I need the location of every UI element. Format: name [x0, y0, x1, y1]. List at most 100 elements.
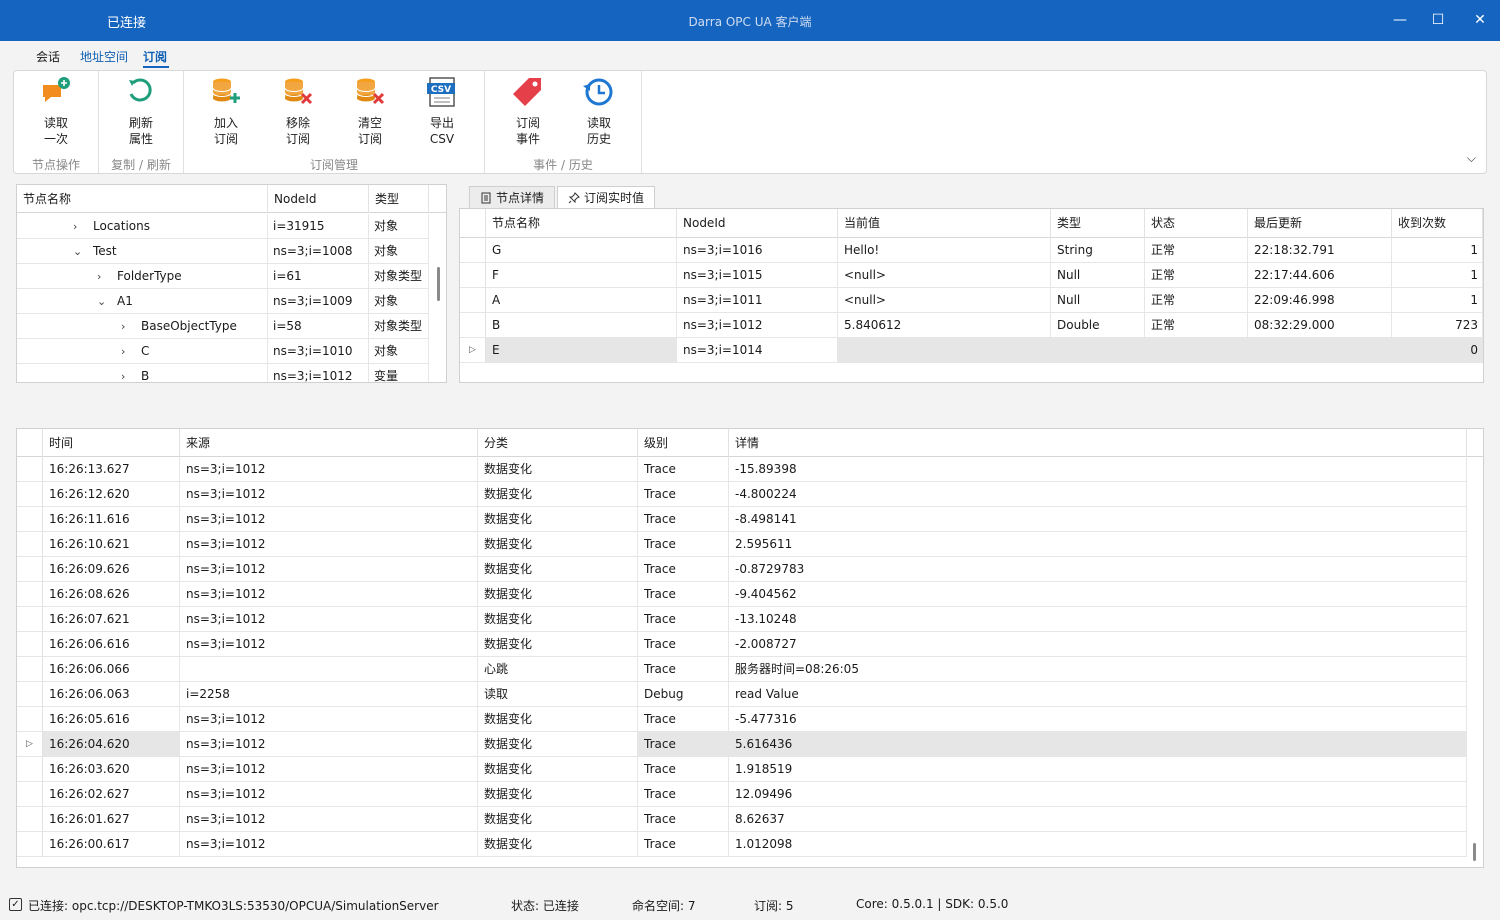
row-header[interactable]	[17, 457, 43, 482]
sub-col-count[interactable]: 收到次数	[1392, 209, 1483, 238]
export-csv-button[interactable]: CSV 导出 CSV	[410, 75, 474, 147]
tree-row[interactable]: › Locations i=31915 对象	[17, 214, 429, 239]
ribbon-collapse-icon[interactable]: ⌵	[1467, 151, 1476, 166]
tree-col-nodeid[interactable]: NodeId	[268, 185, 369, 213]
log-col-source[interactable]: 来源	[180, 429, 478, 457]
tab-node-details[interactable]: 节点详情	[469, 186, 556, 210]
collapse-icon[interactable]: ⌄	[73, 239, 82, 264]
row-header[interactable]	[17, 707, 43, 732]
row-header[interactable]	[17, 657, 43, 682]
sub-col-nodeid[interactable]: NodeId	[677, 209, 838, 238]
log-row[interactable]: 16:26:05.616 ns=3;i=1012 数据变化 Trace -5.47731…	[17, 707, 1467, 732]
log-row[interactable]: 16:26:01.627 ns=3;i=1012 数据变化 Trace 8.62637	[17, 807, 1467, 832]
tree-scrollbar-thumb[interactable]	[437, 267, 440, 301]
log-row[interactable]: 16:26:02.627 ns=3;i=1012 数据变化 Trace 12.09496	[17, 782, 1467, 807]
sub-col-value[interactable]: 当前值	[838, 209, 1051, 238]
row-header[interactable]	[17, 632, 43, 657]
subscription-row[interactable]: A ns=3;i=1011 <null> Null 正常 22:09:46.99…	[460, 288, 1483, 313]
cell-category: 数据变化	[478, 807, 638, 832]
tab-subscription[interactable]: 订阅	[143, 48, 167, 65]
minimize-button[interactable]: —	[1380, 0, 1420, 41]
log-row[interactable]: 16:26:08.626 ns=3;i=1012 数据变化 Trace -9.40456…	[17, 582, 1467, 607]
subscribe-events-button[interactable]: 订阅 事件	[496, 75, 560, 147]
log-col-time[interactable]: 时间	[43, 429, 180, 457]
tree-col-name[interactable]: 节点名称	[17, 185, 268, 213]
row-header[interactable]	[17, 582, 43, 607]
row-header[interactable]	[460, 263, 486, 288]
sub-col-type[interactable]: 类型	[1051, 209, 1145, 238]
log-row[interactable]: 16:26:13.627 ns=3;i=1012 数据变化 Trace -15.8939…	[17, 457, 1467, 482]
log-col-category[interactable]: 分类	[478, 429, 638, 457]
log-row[interactable]: 16:26:06.616 ns=3;i=1012 数据变化 Trace -2.00872…	[17, 632, 1467, 657]
tree-row[interactable]: › C ns=3;i=1010 对象	[17, 339, 429, 364]
log-row[interactable]: 16:26:09.626 ns=3;i=1012 数据变化 Trace -0.87297…	[17, 557, 1467, 582]
log-row[interactable]: 16:26:06.066 心跳 Trace 服务器时间=08:26:05	[17, 657, 1467, 682]
row-header-corner	[460, 209, 486, 238]
log-row[interactable]: 16:26:06.063 i=2258 读取 Debug read Value	[17, 682, 1467, 707]
tree-row[interactable]: › B ns=3;i=1012 变量	[17, 364, 429, 382]
tree-row[interactable]: ⌄ Test ns=3;i=1008 对象	[17, 239, 429, 264]
log-row[interactable]: 16:26:03.620 ns=3;i=1012 数据变化 Trace 1.918519	[17, 757, 1467, 782]
log-row[interactable]: 16:26:10.621 ns=3;i=1012 数据变化 Trace 2.595611	[17, 532, 1467, 557]
row-header[interactable]	[17, 532, 43, 557]
remove-subscription-button[interactable]: 移除 订阅	[266, 75, 330, 147]
log-col-detail[interactable]: 详情	[729, 429, 1467, 457]
subscription-row[interactable]: F ns=3;i=1015 <null> Null 正常 22:17:44.60…	[460, 263, 1483, 288]
log-scrollbar-thumb[interactable]	[1473, 843, 1476, 861]
subscription-row[interactable]: B ns=3;i=1012 5.840612 Double 正常 08:32:2…	[460, 313, 1483, 338]
expand-icon[interactable]: ›	[121, 339, 125, 364]
tab-subscription-values[interactable]: 订阅实时值	[557, 186, 656, 210]
log-col-level[interactable]: 级别	[638, 429, 729, 457]
read-once-button[interactable]: 读取 一次	[24, 75, 88, 147]
expand-icon[interactable]: ›	[121, 364, 125, 382]
clear-sub-label-2: 订阅	[357, 132, 382, 146]
sub-col-status[interactable]: 状态	[1145, 209, 1248, 238]
cell-detail: -2.008727	[729, 632, 1467, 657]
row-header[interactable]	[460, 238, 486, 263]
status-subscriptions: 订阅: 5	[754, 899, 794, 913]
expand-icon[interactable]: ›	[121, 314, 125, 339]
tree-row[interactable]: › BaseObjectType i=58 对象类型	[17, 314, 429, 339]
row-header[interactable]	[17, 557, 43, 582]
clear-subscriptions-button[interactable]: 清空 订阅	[338, 75, 402, 147]
add-subscription-button[interactable]: 加入 订阅	[194, 75, 258, 147]
log-row[interactable]: 16:26:00.617 ns=3;i=1012 数据变化 Trace 1.012098	[17, 832, 1467, 857]
sub-col-updated[interactable]: 最后更新	[1248, 209, 1392, 238]
subscription-row-selected[interactable]: ▷ E ns=3;i=1014 0	[460, 338, 1483, 363]
row-header[interactable]	[17, 832, 43, 857]
row-marker-icon[interactable]: ▷	[17, 732, 43, 757]
row-header[interactable]	[17, 682, 43, 707]
log-row[interactable]: 16:26:07.621 ns=3;i=1012 数据变化 Trace -13.1024…	[17, 607, 1467, 632]
cell-time: 16:26:12.620	[43, 482, 180, 507]
row-header[interactable]	[17, 507, 43, 532]
collapse-icon[interactable]: ⌄	[97, 289, 106, 314]
expand-icon[interactable]: ›	[97, 264, 101, 289]
row-header[interactable]	[17, 782, 43, 807]
cell-nodeid: ns=3;i=1011	[677, 288, 838, 313]
refresh-properties-button[interactable]: 刷新 属性	[109, 75, 173, 147]
log-row[interactable]: 16:26:11.616 ns=3;i=1012 数据变化 Trace -8.49814…	[17, 507, 1467, 532]
tab-session[interactable]: 会话	[36, 48, 60, 65]
row-header[interactable]	[460, 313, 486, 338]
tree-col-type[interactable]: 类型	[369, 185, 429, 213]
tree-row[interactable]: › FolderType i=61 对象类型	[17, 264, 429, 289]
expand-icon[interactable]: ›	[73, 214, 77, 239]
sub-col-name[interactable]: 节点名称	[486, 209, 677, 238]
row-header[interactable]	[17, 607, 43, 632]
row-header[interactable]	[17, 482, 43, 507]
cell-name: E	[486, 338, 677, 363]
tree-row[interactable]: ⌄ A1 ns=3;i=1009 对象	[17, 289, 429, 314]
close-button[interactable]: ✕	[1460, 0, 1500, 41]
row-header[interactable]	[460, 288, 486, 313]
log-row[interactable]: ▷ 16:26:04.620 ns=3;i=1012 数据变化 Trace 5.61643…	[17, 732, 1467, 757]
log-row[interactable]: 16:26:12.620 ns=3;i=1012 数据变化 Trace -4.80022…	[17, 482, 1467, 507]
subscription-row[interactable]: G ns=3;i=1016 Hello! String 正常 22:18:32.…	[460, 238, 1483, 263]
maximize-button[interactable]: ☐	[1418, 0, 1458, 41]
tab-address-space[interactable]: 地址空间	[80, 48, 128, 65]
row-header[interactable]	[17, 807, 43, 832]
row-header[interactable]	[17, 757, 43, 782]
read-history-button[interactable]: 读取 历史	[567, 75, 631, 147]
cell-source: ns=3;i=1012	[180, 507, 478, 532]
row-marker-icon[interactable]: ▷	[460, 338, 486, 363]
cell-category: 数据变化	[478, 632, 638, 657]
